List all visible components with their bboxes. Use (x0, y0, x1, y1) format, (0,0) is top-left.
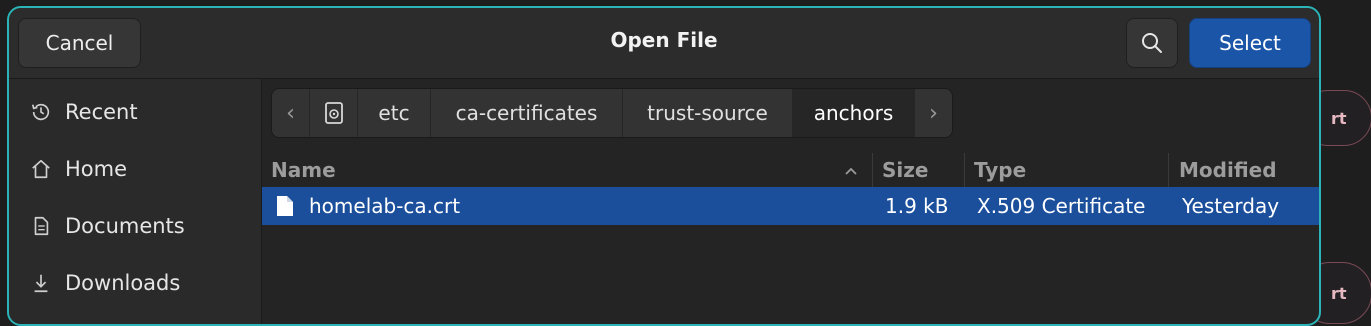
column-header-name[interactable]: Name (271, 153, 871, 187)
column-separator[interactable] (1168, 153, 1169, 187)
path-segment-trust-source[interactable]: trust-source (623, 89, 793, 137)
document-icon (29, 214, 53, 238)
file-size: 1.9 kB (885, 194, 949, 218)
clock-history-icon (29, 100, 53, 124)
path-bar: ‹ etc ca-certificates trust-source ancho… (271, 88, 953, 138)
path-back-button[interactable]: ‹ (272, 89, 310, 137)
sidebar-item-documents[interactable]: Documents (29, 211, 185, 241)
search-button[interactable] (1126, 18, 1178, 68)
dialog-title: Open File (610, 28, 718, 52)
drive-icon (324, 102, 343, 124)
chevron-right-icon: › (929, 100, 938, 126)
background-button-2-label: rt (1331, 283, 1347, 303)
column-separator[interactable] (872, 153, 873, 187)
file-modified: Yesterday (1182, 194, 1280, 218)
path-segment-label: trust-source (647, 101, 768, 125)
sidebar-item-downloads[interactable]: Downloads (29, 268, 180, 298)
home-icon (29, 157, 53, 181)
path-segment-label: anchors (813, 101, 894, 125)
path-segment-etc[interactable]: etc (358, 89, 431, 137)
sidebar-item-label: Documents (65, 214, 185, 238)
path-root-button[interactable] (310, 89, 358, 137)
path-segment-ca-certificates[interactable]: ca-certificates (431, 89, 623, 137)
sidebar-item-label: Recent (65, 100, 138, 124)
column-header-type[interactable]: Type (974, 153, 1026, 187)
sidebar-item-home[interactable]: Home (29, 154, 127, 184)
file-type: X.509 Certificate (977, 194, 1146, 218)
column-header-label: Size (882, 158, 929, 182)
chevron-left-icon: ‹ (286, 100, 295, 126)
sidebar-item-recent[interactable]: Recent (29, 97, 138, 127)
download-icon (29, 271, 53, 295)
sidebar-item-label: Home (65, 157, 128, 181)
places-sidebar: Recent Home Documents Downloads (9, 79, 262, 324)
column-header-modified[interactable]: Modified (1179, 153, 1277, 187)
search-icon (1142, 33, 1162, 53)
file-icon (276, 187, 294, 225)
path-segment-label: ca-certificates (455, 101, 598, 125)
select-button-label: Select (1219, 31, 1281, 55)
column-header-label: Name (271, 158, 336, 182)
file-row[interactable]: homelab-ca.crt 1.9 kB X.509 Certificate … (262, 187, 1319, 225)
path-forward-button[interactable]: › (915, 89, 952, 137)
select-button[interactable]: Select (1189, 18, 1311, 68)
sidebar-item-label: Downloads (65, 271, 181, 295)
path-segment-label: etc (378, 101, 410, 125)
file-name: homelab-ca.crt (309, 194, 461, 218)
background-button-1-label: rt (1331, 108, 1347, 128)
column-header-size[interactable]: Size (882, 153, 928, 187)
sort-ascending-icon (843, 160, 859, 184)
path-segment-anchors[interactable]: anchors (793, 89, 915, 137)
column-separator[interactable] (964, 153, 965, 187)
dialog-header: Cancel Open File Select (9, 8, 1319, 79)
column-header-label: Type (974, 158, 1027, 182)
column-header-label: Modified (1179, 158, 1277, 182)
open-file-dialog: Cancel Open File Select Recent Home Docu… (7, 6, 1321, 326)
